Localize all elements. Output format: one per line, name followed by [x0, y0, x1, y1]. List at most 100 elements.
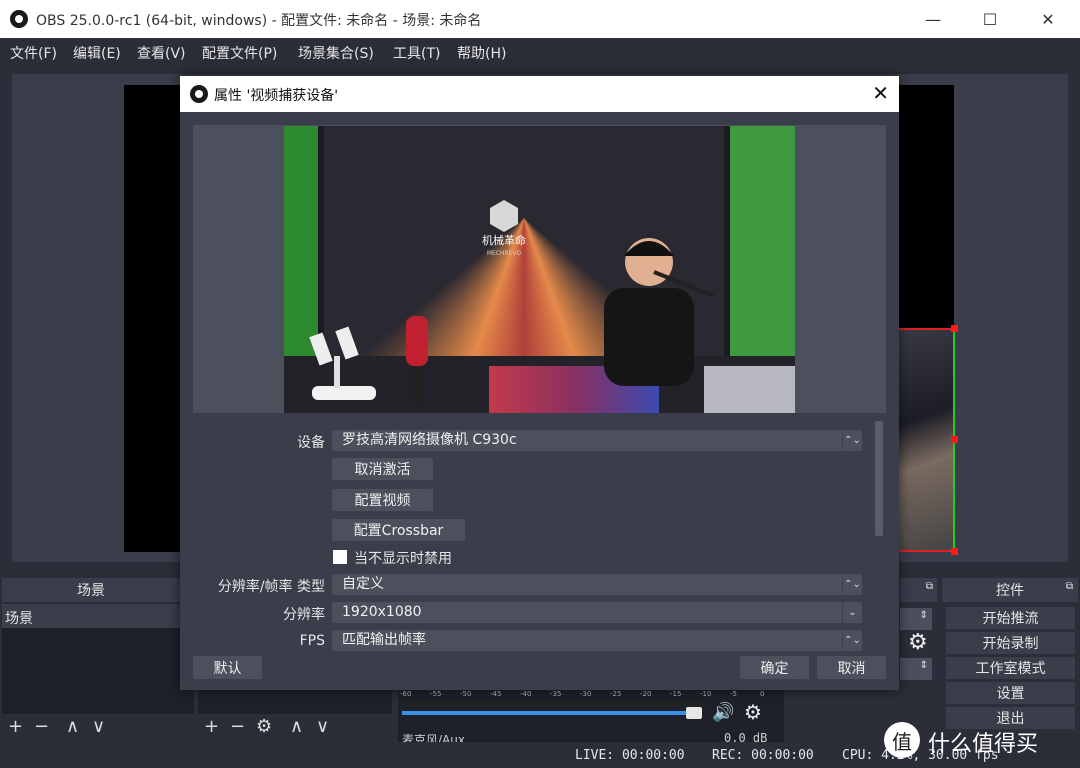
- properties-scrollbar[interactable]: [874, 421, 884, 651]
- device-label: 设备: [297, 435, 325, 451]
- minimize-button[interactable]: —: [910, 0, 956, 38]
- move-source-down-button[interactable]: ∨: [316, 716, 329, 737]
- mechrevo-logo: 机械革命 MECHREVO: [482, 200, 526, 257]
- menu-profile[interactable]: 配置文件(P): [202, 43, 277, 63]
- menu-help[interactable]: 帮助(H): [457, 43, 506, 63]
- window-titlebar: OBS 25.0.0-rc1 (64-bit, windows) - 配置文件:…: [0, 0, 1080, 38]
- defaults-button[interactable]: 默认: [193, 656, 262, 679]
- fps-value: 匹配输出帧率: [342, 632, 426, 648]
- transition-duration-spinner[interactable]: ⇕: [900, 658, 932, 680]
- laptop: [704, 366, 795, 413]
- scenes-toolbar: + − ∧ ∨: [2, 714, 194, 740]
- menu-tools[interactable]: 工具(T): [393, 43, 440, 63]
- maximize-button[interactable]: ☐: [967, 0, 1013, 38]
- resolution-fps-type-select[interactable]: 自定义 ⌃⌄: [332, 574, 862, 595]
- meter-tick-label: -25: [610, 690, 622, 698]
- resolution-value: 1920x1080: [342, 604, 422, 620]
- scene-list-item[interactable]: 场景: [2, 604, 194, 628]
- meter-tick-label: -35: [550, 690, 562, 698]
- volume-track[interactable]: [402, 707, 702, 719]
- menu-bar: 文件(F) 编辑(E) 查看(V) 配置文件(P) 场景集合(S) 工具(T) …: [0, 38, 1080, 66]
- studio-mode-button[interactable]: 工作室模式: [946, 657, 1075, 679]
- scenes-list[interactable]: 场景: [2, 604, 194, 714]
- meter-tick-label: -5: [730, 690, 737, 698]
- move-scene-up-button[interactable]: ∧: [66, 716, 79, 737]
- sources-list[interactable]: [198, 690, 392, 714]
- dock-float-icon[interactable]: ⧉: [1066, 581, 1073, 592]
- meter-tick-label: -20: [640, 690, 652, 698]
- window-title: OBS 25.0.0-rc1 (64-bit, windows) - 配置文件:…: [36, 13, 482, 29]
- meter-tick-label: -45: [490, 690, 502, 698]
- chevron-updown-icon: ⌃⌄: [842, 574, 862, 595]
- person: [604, 238, 714, 386]
- configure-video-button[interactable]: 配置视频: [332, 489, 433, 511]
- transition-select[interactable]: ⇕: [900, 608, 932, 630]
- meter-tick-label: -40: [520, 690, 532, 698]
- menu-scene-collection[interactable]: 场景集合(S): [298, 43, 374, 63]
- menu-view[interactable]: 查看(V): [137, 43, 186, 63]
- resize-handle[interactable]: [951, 325, 958, 332]
- meter-tick-label: -60: [400, 690, 412, 698]
- svg-text:机械革命: 机械革命: [482, 233, 526, 247]
- phone-stand: [309, 326, 376, 400]
- preview-camera-source[interactable]: [898, 328, 955, 552]
- meter-tick-label: -30: [580, 690, 592, 698]
- transitions-dock-header: ⧉: [900, 578, 937, 602]
- ok-button[interactable]: 确定: [740, 656, 809, 679]
- live-timer: LIVE: 00:00:00: [575, 748, 685, 763]
- resolution-select[interactable]: 1920x1080 ⌄: [332, 602, 862, 623]
- speaker-icon[interactable]: 🔊: [712, 702, 734, 723]
- resolution-fps-type-value: 自定义: [342, 576, 384, 592]
- svg-text:MECHREVO: MECHREVO: [487, 250, 522, 257]
- resize-handle[interactable]: [951, 436, 958, 443]
- remove-scene-button[interactable]: −: [34, 716, 49, 737]
- start-recording-button[interactable]: 开始录制: [946, 632, 1075, 654]
- device-select-value: 罗技高清网络摄像机 C930c: [342, 432, 517, 448]
- microphone: [406, 316, 428, 406]
- meter-tick-label: -15: [670, 690, 682, 698]
- cancel-button[interactable]: 取消: [817, 656, 886, 679]
- camera-preview-image: 机械革命 MECHREVO: [284, 126, 795, 413]
- source-properties-gear-icon[interactable]: ⚙: [256, 716, 272, 737]
- mixer-settings-gear-icon[interactable]: ⚙: [744, 700, 762, 724]
- device-select[interactable]: 罗技高清网络摄像机 C930c ⌃⌄: [332, 430, 862, 451]
- move-source-up-button[interactable]: ∧: [290, 716, 303, 737]
- fps-label: FPS: [299, 633, 325, 649]
- add-scene-button[interactable]: +: [8, 716, 23, 737]
- fps-select[interactable]: 匹配输出帧率 ⌃⌄: [332, 630, 862, 651]
- meter-tick-label: 0: [760, 690, 765, 698]
- dialog-close-icon[interactable]: ✕: [872, 81, 889, 105]
- deactivate-button[interactable]: 取消激活: [332, 458, 433, 480]
- audio-meter: [402, 702, 702, 706]
- add-source-button[interactable]: +: [204, 716, 219, 737]
- properties-dialog: 属性 '视频捕获设备' ✕ 机械革命 MECHREVO 设备 罗技高清网络摄像机…: [180, 76, 899, 690]
- chevron-updown-icon: ⇕: [919, 660, 928, 671]
- chevron-updown-icon: ⇕: [919, 610, 928, 621]
- controls-dock-header: 控件 ⧉: [942, 578, 1078, 602]
- chevron-down-icon: ⌄: [842, 602, 862, 623]
- menu-edit[interactable]: 编辑(E): [73, 43, 121, 63]
- close-window-button[interactable]: ✕: [1025, 0, 1071, 38]
- resolution-label: 分辨率: [283, 607, 325, 623]
- move-scene-down-button[interactable]: ∨: [92, 716, 105, 737]
- meter-tick-label: -10: [700, 690, 712, 698]
- chevron-updown-icon: ⌃⌄: [842, 430, 862, 451]
- remove-source-button[interactable]: −: [230, 716, 245, 737]
- dock-float-icon[interactable]: ⧉: [926, 581, 933, 592]
- menu-file[interactable]: 文件(F): [10, 43, 57, 63]
- settings-button[interactable]: 设置: [946, 682, 1075, 704]
- configure-crossbar-button[interactable]: 配置Crossbar: [332, 519, 465, 541]
- resize-handle[interactable]: [951, 548, 958, 555]
- volume-slider-handle[interactable]: [686, 707, 702, 719]
- meter-scale: -60 -55 -50 -45 -40 -35 -30 -25 -20 -15 -10 -5 0: [400, 690, 770, 700]
- dialog-titlebar: 属性 '视频捕获设备' ✕: [180, 76, 899, 112]
- dialog-title: 属性 '视频捕获设备': [214, 88, 339, 104]
- disable-when-hidden-checkbox[interactable]: [333, 550, 347, 564]
- scrollbar-thumb[interactable]: [875, 421, 883, 536]
- start-streaming-button[interactable]: 开始推流: [946, 607, 1075, 629]
- green-screen-right: [730, 126, 795, 356]
- volume-fill: [402, 711, 696, 715]
- meter-tick-label: -55: [430, 690, 442, 698]
- watermark-logo: 值: [884, 722, 920, 758]
- transition-settings-gear-icon[interactable]: ⚙: [908, 630, 928, 655]
